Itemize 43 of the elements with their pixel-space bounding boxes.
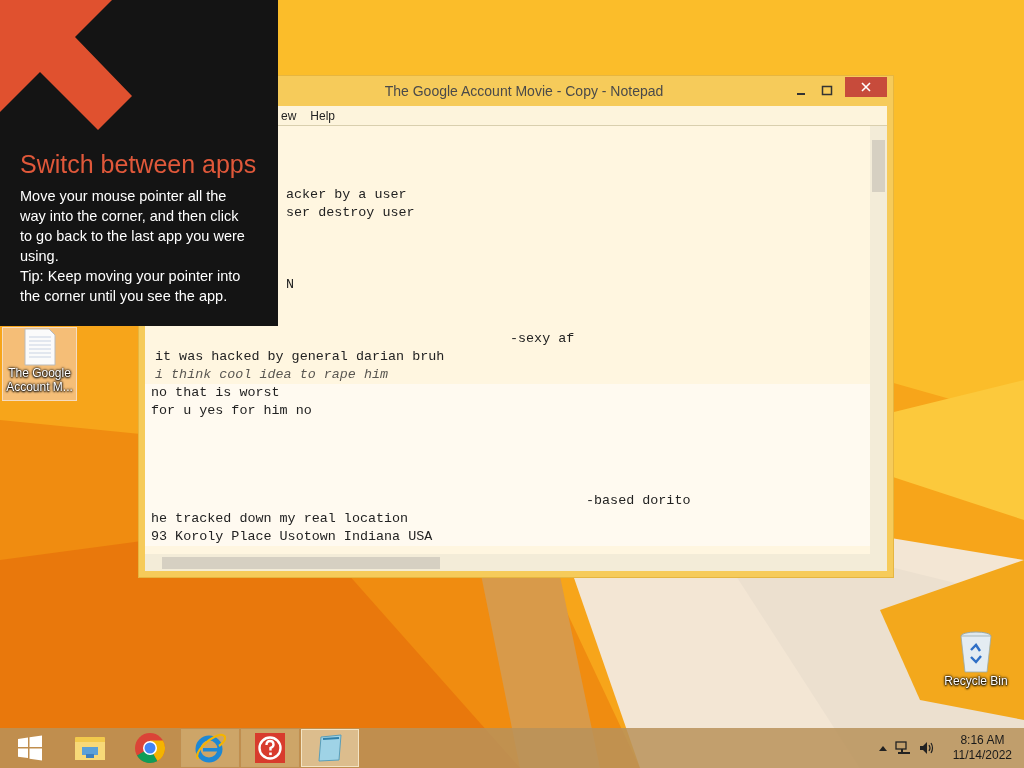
vertical-scrollbar[interactable] (870, 126, 887, 554)
clock[interactable]: 8:16 AM 11/14/2022 (952, 733, 1012, 763)
ie-icon (194, 733, 226, 763)
windows-logo-icon (17, 735, 43, 761)
arrow-icon (0, 0, 134, 132)
scroll-thumb[interactable] (872, 140, 885, 192)
icon-label: The Google Account M... (5, 366, 74, 394)
text-line: ser destroy user (286, 205, 415, 220)
tip-text: Tip: Keep moving your pointer into the corner until you see the app. (20, 267, 242, 306)
horizontal-scrollbar[interactable] (145, 554, 887, 571)
text-line: i think cool idea to rape him (155, 367, 389, 382)
document-icon (22, 328, 57, 366)
scroll-thumb[interactable] (162, 556, 440, 569)
folder-icon (74, 734, 106, 762)
text-line: -sexy af (510, 331, 575, 346)
text-line: -based dorito (586, 493, 691, 508)
icon-label: Recycle Bin (944, 674, 1008, 688)
close-button[interactable] (845, 77, 887, 97)
close-icon (861, 82, 871, 92)
text-line: he tracked down my real location (151, 511, 409, 526)
text-line: 93 Koroly Place Usotown Indiana USA (151, 529, 433, 544)
clock-time: 8:16 AM (960, 733, 1005, 748)
network-icon[interactable] (894, 740, 911, 756)
text-line: N (286, 277, 295, 292)
tip-text: Move your mouse pointer all the way into the corner, and then click to go back to the last app you were using. (20, 187, 246, 266)
chrome-icon (134, 732, 166, 764)
taskbar-button[interactable] (241, 729, 299, 767)
text-line: for u yes for him no (151, 403, 312, 418)
menu-item[interactable]: ew (281, 106, 297, 125)
notepad-icon (315, 733, 345, 763)
maximize-button[interactable] (819, 84, 835, 98)
clock-date: 11/14/2022 (952, 748, 1012, 763)
help-icon (255, 733, 285, 763)
menu-item[interactable]: Help (310, 106, 336, 125)
recycle-bin-icon (959, 630, 993, 674)
taskbar-button[interactable] (181, 729, 239, 767)
show-hidden-icons-icon[interactable] (878, 745, 887, 751)
tip-title: Switch between apps (20, 149, 258, 180)
volume-icon[interactable] (918, 740, 935, 756)
text-line: it was hacked by general darian bruh (155, 349, 445, 364)
window-title: The Google Account Movie - Copy - Notepad (384, 81, 664, 101)
text-line: acker by a user (286, 187, 407, 202)
text-line: no that is worst (151, 385, 280, 400)
